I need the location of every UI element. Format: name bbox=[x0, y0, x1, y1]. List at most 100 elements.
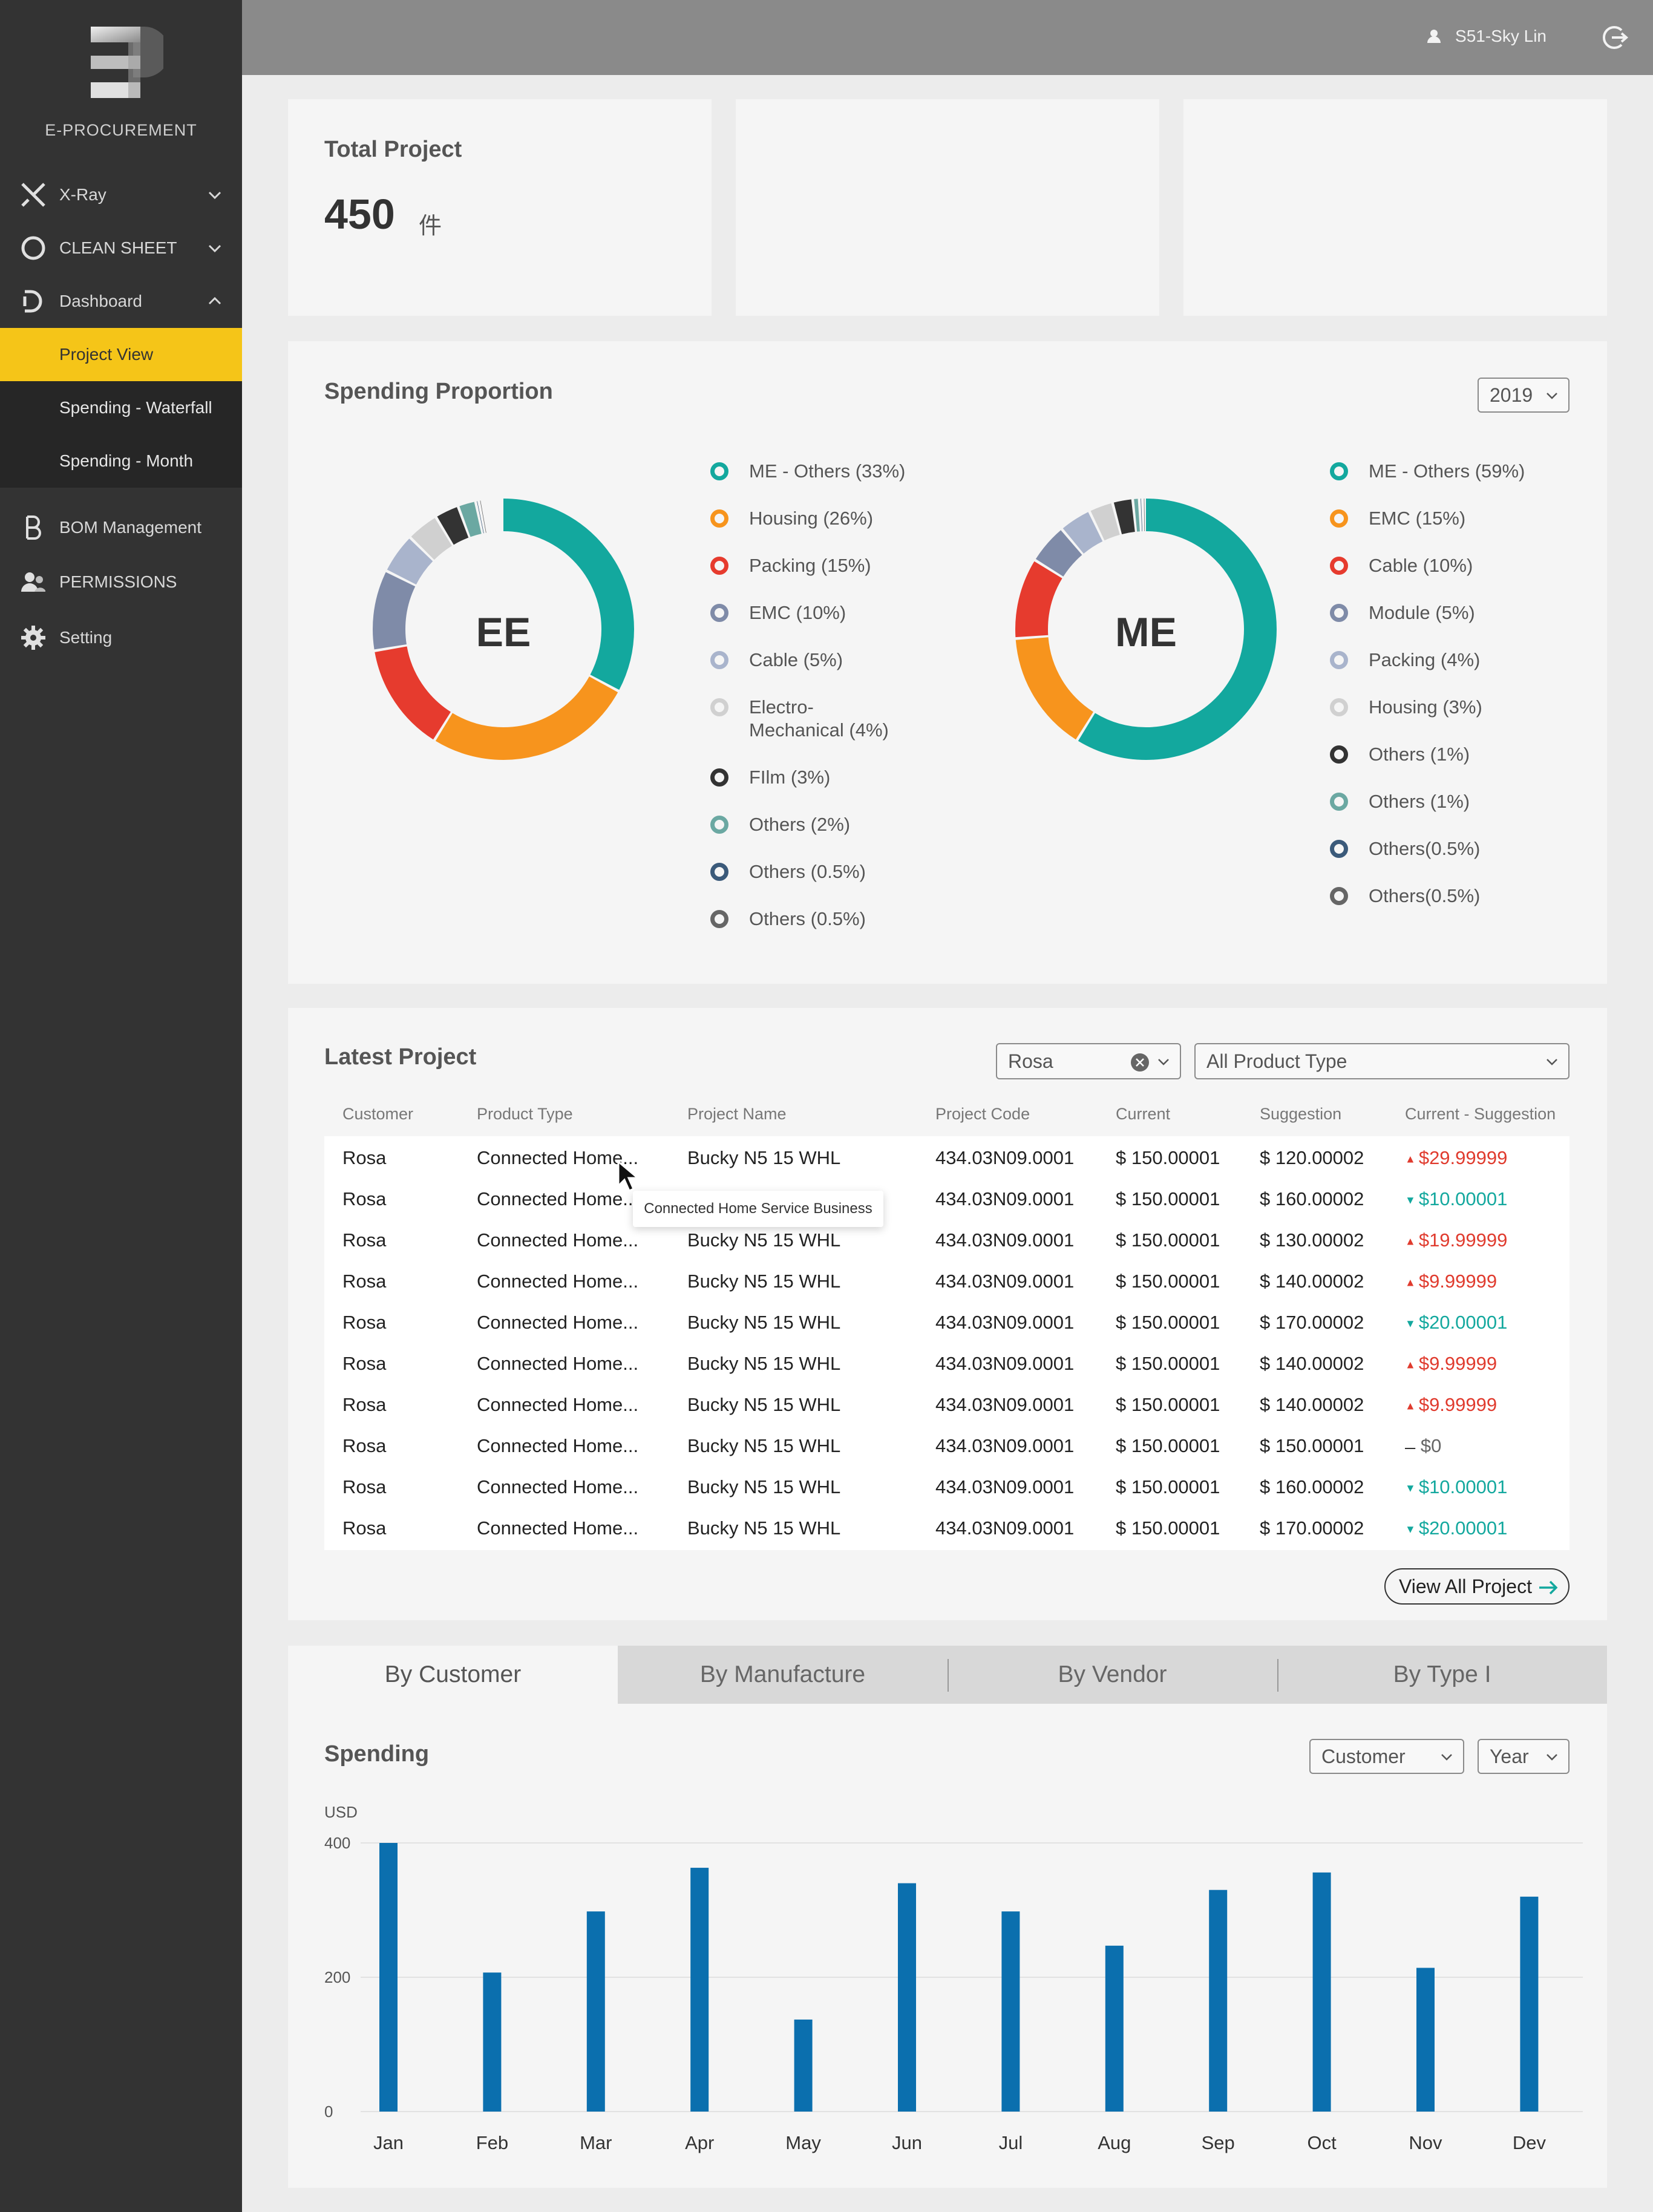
y-tick-label: 0 bbox=[324, 2102, 333, 2121]
cell-customer: Rosa bbox=[342, 1271, 387, 1292]
tab-by-manufacture[interactable]: By Manufacture bbox=[618, 1646, 948, 1704]
tab-by-vendor[interactable]: By Vendor bbox=[948, 1646, 1277, 1704]
table-row[interactable]: RosaConnected Home...Bucky N5 15 WHL434.… bbox=[324, 1507, 1570, 1548]
bom-icon bbox=[19, 514, 47, 542]
legend-label: EMC (10%) bbox=[749, 602, 846, 623]
ee-legend-item[interactable]: Housing (26%) bbox=[710, 507, 873, 530]
logout-icon[interactable] bbox=[1600, 23, 1629, 52]
ee-legend-item[interactable]: EMC (10%) bbox=[710, 601, 846, 624]
cell-difference: ▲ $29.99999 bbox=[1405, 1147, 1508, 1168]
column-header-suggestion[interactable]: Suggestion bbox=[1260, 1105, 1341, 1124]
total-project-card: Total Project 450 件 bbox=[288, 99, 712, 316]
year-select-value: 2019 bbox=[1490, 384, 1533, 406]
sidebar-subitem-spending-waterfall[interactable]: Spending - Waterfall bbox=[0, 381, 242, 434]
me-legend-item[interactable]: Others(0.5%) bbox=[1330, 885, 1480, 908]
table-row[interactable]: RosaConnected Home...Bucky N5 15 WHL434.… bbox=[324, 1219, 1570, 1260]
column-header-current-minus-suggestion[interactable]: Current - Suggestion bbox=[1405, 1105, 1556, 1124]
user-menu[interactable]: S51-Sky Lin bbox=[1426, 27, 1547, 46]
cell-difference: ▲ $19.99999 bbox=[1405, 1229, 1508, 1251]
column-header-project-name[interactable]: Project Name bbox=[687, 1105, 787, 1124]
cell-customer: Rosa bbox=[342, 1353, 387, 1374]
cell-code: 434.03N09.0001 bbox=[935, 1312, 1075, 1333]
bar-oct[interactable] bbox=[1312, 1872, 1331, 2112]
me-legend-item[interactable]: Others (1%) bbox=[1330, 743, 1470, 766]
ee-legend-item[interactable]: ME - Others (33%) bbox=[710, 460, 905, 483]
legend-label: Others (2%) bbox=[749, 814, 851, 835]
column-header-project-code[interactable]: Project Code bbox=[935, 1105, 1030, 1124]
sidebar-item-permissions[interactable]: PERMISSIONS bbox=[0, 568, 242, 597]
sidebar-item-bom-management[interactable]: BOM Management bbox=[0, 513, 242, 542]
product-type-filter-select[interactable]: All Product Type bbox=[1194, 1043, 1570, 1079]
year-select[interactable]: 2019 bbox=[1478, 378, 1570, 413]
cell-code: 434.03N09.0001 bbox=[935, 1394, 1075, 1415]
bar-aug[interactable] bbox=[1105, 1945, 1124, 2112]
me-legend-item[interactable]: Packing (4%) bbox=[1330, 649, 1480, 672]
column-header-product-type[interactable]: Product Type bbox=[477, 1105, 573, 1124]
user-name: S51-Sky Lin bbox=[1455, 27, 1547, 45]
ee-legend-item[interactable]: Electro- Mechanical (4%) bbox=[710, 696, 889, 742]
bar-may[interactable] bbox=[794, 2019, 813, 2112]
bar-sep[interactable] bbox=[1209, 1890, 1228, 2112]
table-row[interactable]: RosaConnected Home...Bucky N5 15 WHL434.… bbox=[324, 1383, 1570, 1424]
bar-mar[interactable] bbox=[586, 1911, 605, 2112]
ee-legend-item[interactable]: Packing (15%) bbox=[710, 554, 871, 577]
table-row[interactable]: RosaConnected Home...Bucky N5 15 WHL434.… bbox=[324, 1177, 1570, 1219]
bar-dev[interactable] bbox=[1520, 1896, 1539, 2112]
me-legend-item[interactable]: EMC (15%) bbox=[1330, 507, 1465, 530]
column-header-current[interactable]: Current bbox=[1116, 1105, 1170, 1124]
ee-legend-item[interactable]: Others (2%) bbox=[710, 813, 850, 836]
sidebar-item-dashboard[interactable]: Dashboard bbox=[0, 287, 242, 316]
sidebar-item-clean-sheet[interactable]: CLEAN SHEET bbox=[0, 234, 242, 263]
arrow-down-icon: ▼ bbox=[1405, 1194, 1419, 1206]
x-tick-label: Feb bbox=[476, 2132, 508, 2153]
legend-marker-icon bbox=[710, 863, 728, 881]
me-donut-chart: ME bbox=[1015, 499, 1277, 760]
me-legend-item[interactable]: Module (5%) bbox=[1330, 601, 1475, 624]
ee-legend-item[interactable]: Others (0.5%) bbox=[710, 860, 866, 883]
column-header-customer[interactable]: Customer bbox=[342, 1105, 413, 1124]
bar-jan[interactable] bbox=[379, 1843, 398, 2112]
bar-jun[interactable] bbox=[898, 1883, 916, 2112]
table-row[interactable]: RosaConnected Home...Bucky N5 15 WHL434.… bbox=[324, 1424, 1570, 1465]
bar-apr[interactable] bbox=[690, 1868, 709, 2112]
table-row[interactable]: RosaConnected Home...Bucky N5 15 WHL434.… bbox=[324, 1136, 1570, 1177]
sidebar-item-xray[interactable]: X-Ray bbox=[0, 180, 242, 209]
table-row[interactable]: RosaConnected Home...Bucky N5 15 WHL434.… bbox=[324, 1260, 1570, 1301]
tab-by-customer[interactable]: By Customer bbox=[288, 1646, 618, 1704]
legend-marker-icon bbox=[1330, 840, 1348, 858]
me-legend-item[interactable]: Cable (10%) bbox=[1330, 554, 1473, 577]
view-all-project-button[interactable]: View All Project bbox=[1384, 1568, 1570, 1605]
table-row[interactable]: RosaConnected Home...Bucky N5 15 WHL434.… bbox=[324, 1465, 1570, 1507]
cell-suggestion: $ 160.00002 bbox=[1260, 1476, 1364, 1497]
bar-nov[interactable] bbox=[1416, 1968, 1435, 2112]
legend-marker-icon bbox=[1330, 745, 1348, 764]
bar-feb[interactable] bbox=[483, 1972, 502, 2112]
dash-icon: – bbox=[1405, 1436, 1421, 1458]
bar-jul[interactable] bbox=[1001, 1911, 1020, 2112]
me-legend-item[interactable]: ME - Others (59%) bbox=[1330, 460, 1525, 483]
cell-code: 434.03N09.0001 bbox=[935, 1188, 1075, 1209]
me-legend-item[interactable]: Others (1%) bbox=[1330, 790, 1470, 813]
cell-product-type: Connected Home... bbox=[477, 1271, 639, 1292]
sidebar-subitem-spending-month[interactable]: Spending - Month bbox=[0, 434, 242, 488]
cell-suggestion: $ 140.00002 bbox=[1260, 1353, 1364, 1374]
legend-marker-icon bbox=[1330, 462, 1348, 480]
period-select[interactable]: Year bbox=[1478, 1739, 1570, 1774]
me-legend-item[interactable]: Others(0.5%) bbox=[1330, 837, 1480, 860]
table-row[interactable]: RosaConnected Home...Bucky N5 15 WHL434.… bbox=[324, 1342, 1570, 1383]
sidebar-item-label: PERMISSIONS bbox=[59, 572, 177, 591]
tab-by-type[interactable]: By Type I bbox=[1277, 1646, 1607, 1704]
ee-legend-item[interactable]: Others (0.5%) bbox=[710, 908, 866, 931]
legend-label: Housing (26%) bbox=[749, 508, 874, 529]
group-by-select[interactable]: Customer bbox=[1309, 1739, 1464, 1774]
customer-filter-select[interactable]: Rosa bbox=[996, 1043, 1181, 1079]
ee-legend-item[interactable]: Cable (5%) bbox=[710, 649, 843, 672]
me-legend-item[interactable]: Housing (3%) bbox=[1330, 696, 1482, 719]
ee-legend-item[interactable]: FIlm (3%) bbox=[710, 766, 830, 789]
sidebar-subitem-project-view[interactable]: Project View bbox=[0, 328, 242, 381]
sidebar-item-setting[interactable]: Setting bbox=[0, 623, 242, 652]
cell-code: 434.03N09.0001 bbox=[935, 1476, 1075, 1497]
clear-icon[interactable] bbox=[1130, 1053, 1150, 1072]
x-tick-label: Mar bbox=[580, 2132, 612, 2153]
table-row[interactable]: RosaConnected Home...Bucky N5 15 WHL434.… bbox=[324, 1301, 1570, 1342]
